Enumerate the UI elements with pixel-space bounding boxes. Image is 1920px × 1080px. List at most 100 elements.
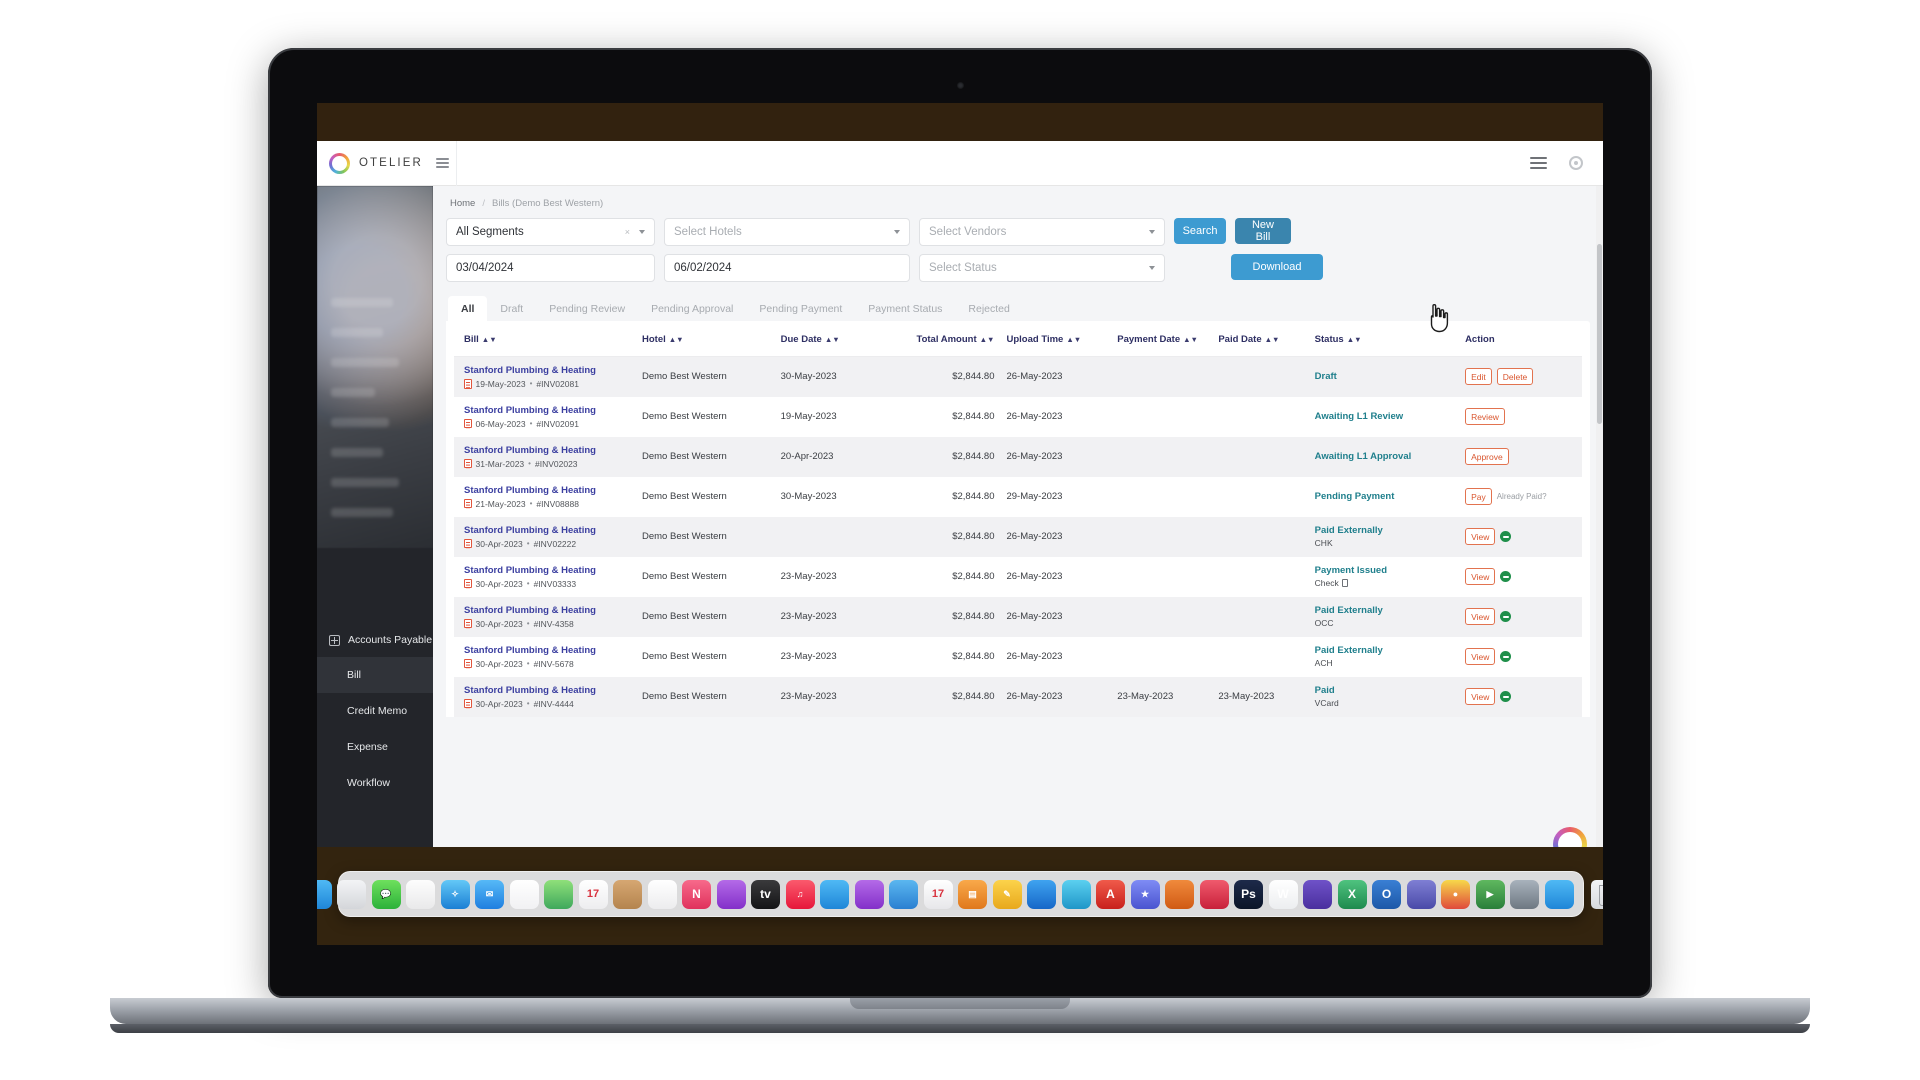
- filezilla-icon[interactable]: [1510, 879, 1539, 909]
- column-header-payment-date[interactable]: Payment Date ▲▼: [1107, 321, 1209, 357]
- launchpad-icon[interactable]: [337, 879, 366, 909]
- paid-status-icon[interactable]: [1500, 531, 1512, 542]
- finder-alt-icon[interactable]: [1544, 879, 1574, 909]
- table-row[interactable]: Stanford Plumbing & Heating 30-Apr-2023 …: [454, 676, 1582, 717]
- vendor-link[interactable]: Stanford Plumbing & Heating: [464, 685, 642, 696]
- breadcrumb-home[interactable]: Home: [450, 198, 475, 209]
- paid-status-icon[interactable]: [1500, 691, 1512, 702]
- vendor-link[interactable]: Stanford Plumbing & Heating: [464, 365, 642, 376]
- vendor-link[interactable]: Stanford Plumbing & Heating: [464, 565, 642, 576]
- topbar-hamburger-icon[interactable]: [1530, 157, 1547, 169]
- table-row[interactable]: Stanford Plumbing & Heating 31-Mar-2023 …: [454, 436, 1582, 477]
- action-view-button[interactable]: View: [1465, 648, 1496, 665]
- tab-all[interactable]: All: [448, 296, 488, 321]
- pdf-icon[interactable]: [464, 498, 472, 509]
- preview-icon[interactable]: [1199, 879, 1229, 909]
- notes-icon[interactable]: [406, 879, 435, 909]
- safari-icon[interactable]: ✧: [440, 879, 470, 909]
- charts-icon[interactable]: ▤: [958, 879, 987, 909]
- action-view-button[interactable]: View: [1465, 528, 1496, 545]
- sidebar-item-bill[interactable]: Bill: [317, 657, 433, 693]
- column-header-paid-date[interactable]: Paid Date ▲▼: [1208, 321, 1305, 357]
- table-row[interactable]: Stanford Plumbing & Heating 30-Apr-2023 …: [454, 596, 1582, 637]
- table-row[interactable]: Stanford Plumbing & Heating 19-May-2023 …: [454, 356, 1582, 397]
- vendor-link[interactable]: Stanford Plumbing & Heating: [464, 445, 642, 456]
- column-header-bill[interactable]: Bill ▲▼: [454, 321, 642, 357]
- column-header-total-amount[interactable]: Total Amount ▲▼: [893, 321, 995, 357]
- nordvpn-icon[interactable]: [889, 879, 918, 909]
- brand-area[interactable]: OTELIER: [317, 141, 457, 186]
- trash-icon[interactable]: [1590, 879, 1603, 909]
- table-row[interactable]: Stanford Plumbing & Heating 21-May-2023 …: [454, 477, 1582, 517]
- pdf-icon[interactable]: [464, 538, 472, 549]
- pdf-icon[interactable]: [464, 458, 472, 469]
- podcast-alt-icon[interactable]: [854, 879, 884, 909]
- sidebar-group-accounts-payable[interactable]: Accounts Payable: [317, 623, 433, 657]
- vendor-link[interactable]: Stanford Plumbing & Heating: [464, 525, 642, 536]
- finder-icon[interactable]: [317, 879, 332, 909]
- action-delete-button[interactable]: Delete: [1496, 368, 1534, 386]
- pdf-icon[interactable]: [464, 618, 472, 629]
- mail-icon[interactable]: ✉: [475, 879, 504, 909]
- sidebar-item-credit-memo[interactable]: Credit Memo: [317, 693, 433, 729]
- word-icon[interactable]: W: [1268, 879, 1298, 909]
- tab-payment-status[interactable]: Payment Status: [855, 296, 955, 321]
- vendor-link[interactable]: Stanford Plumbing & Heating: [464, 605, 642, 616]
- music-icon[interactable]: ♫: [785, 879, 815, 909]
- teams-icon[interactable]: [1406, 879, 1436, 909]
- numbers-icon[interactable]: [820, 879, 849, 909]
- app-store-icon[interactable]: [1027, 879, 1056, 909]
- tab-pending-approval[interactable]: Pending Approval: [638, 296, 746, 321]
- page-scrollbar-thumb[interactable]: [1597, 244, 1602, 424]
- calendar-icon[interactable]: 17: [578, 879, 608, 909]
- page-scrollbar[interactable]: [1596, 186, 1603, 847]
- tab-rejected[interactable]: Rejected: [955, 296, 1022, 321]
- pdf-icon[interactable]: [464, 658, 472, 669]
- chrome-icon[interactable]: ●: [1441, 879, 1470, 909]
- table-row[interactable]: Stanford Plumbing & Heating 30-Apr-2023 …: [454, 557, 1582, 597]
- photos-icon[interactable]: [509, 879, 539, 909]
- already-paid-link[interactable]: Already Paid?: [1497, 492, 1547, 501]
- action-pay-button[interactable]: Pay: [1465, 488, 1492, 505]
- sidebar-toggle-hamburger-icon[interactable]: [435, 158, 449, 168]
- pdf-icon[interactable]: [464, 578, 472, 589]
- maps-icon[interactable]: [544, 879, 573, 909]
- tab-draft[interactable]: Draft: [487, 296, 536, 321]
- table-row[interactable]: Stanford Plumbing & Heating 30-Apr-2023 …: [454, 516, 1582, 557]
- clear-x-icon[interactable]: ×: [625, 227, 630, 237]
- excel-icon[interactable]: X: [1337, 879, 1367, 909]
- tab-pending-review[interactable]: Pending Review: [536, 296, 638, 321]
- vendor-link[interactable]: Stanford Plumbing & Heating: [464, 645, 642, 656]
- segment-select[interactable]: All Segments ×: [446, 218, 655, 246]
- contacts-icon[interactable]: [613, 879, 642, 909]
- photoshop-icon[interactable]: Ps: [1234, 879, 1263, 909]
- status-select[interactable]: Select Status: [919, 254, 1165, 282]
- outlook-icon[interactable]: O: [1372, 879, 1401, 909]
- sidebar-item-expense[interactable]: Expense: [317, 729, 433, 765]
- pdf-icon[interactable]: [464, 379, 472, 389]
- action-view-button[interactable]: View: [1465, 688, 1496, 705]
- column-header-due-date[interactable]: Due Date ▲▼: [780, 321, 894, 357]
- paid-status-icon[interactable]: [1500, 651, 1512, 662]
- podcasts-icon[interactable]: [716, 879, 746, 909]
- sidebar-item-workflow[interactable]: Workflow: [317, 765, 433, 801]
- download-button[interactable]: Download: [1231, 254, 1323, 280]
- new-bill-button[interactable]: New Bill: [1235, 218, 1291, 244]
- reminders-icon[interactable]: [647, 879, 677, 909]
- search-button[interactable]: Search: [1174, 218, 1226, 244]
- paid-status-icon[interactable]: [1500, 611, 1512, 622]
- column-header-hotel[interactable]: Hotel ▲▼: [642, 321, 781, 357]
- pdf-icon[interactable]: [464, 698, 472, 709]
- acrobat-icon[interactable]: A: [1096, 879, 1125, 909]
- action-edit-button[interactable]: Edit: [1465, 368, 1492, 386]
- action-view-button[interactable]: View: [1465, 608, 1496, 625]
- calendar2-icon[interactable]: 17: [923, 879, 953, 909]
- keynote-icon[interactable]: [1165, 879, 1194, 909]
- date-to-input[interactable]: 06/02/2024: [664, 254, 910, 282]
- help-fab-icon[interactable]: [1553, 827, 1587, 847]
- appletv-icon[interactable]: tv: [751, 879, 780, 909]
- chrome-alt-icon[interactable]: [1061, 879, 1091, 909]
- table-row[interactable]: Stanford Plumbing & Heating 30-Apr-2023 …: [454, 637, 1582, 677]
- vendor-link[interactable]: Stanford Plumbing & Heating: [464, 485, 642, 496]
- star-icon[interactable]: ★: [1130, 879, 1160, 909]
